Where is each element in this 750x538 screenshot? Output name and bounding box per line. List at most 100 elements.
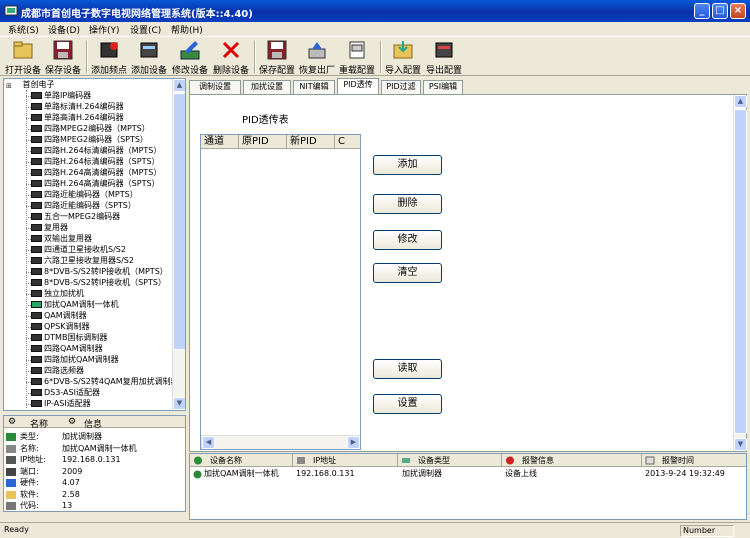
tree-scrollbar[interactable]: ▲ ▼ [172, 79, 185, 410]
tree-item[interactable]: 独立加扰机 [31, 288, 84, 299]
tree-item[interactable]: 加扰QAM调制一体机 [31, 299, 119, 310]
modify-button[interactable]: 修改 [373, 230, 442, 250]
tree-item[interactable]: 复用器 [31, 222, 68, 233]
scroll-right-button[interactable]: ▶ [347, 436, 360, 449]
open-device-icon [13, 41, 33, 59]
close-button[interactable]: × [730, 3, 746, 19]
scroll-up-button[interactable]: ▲ [734, 95, 747, 108]
scroll-up-button[interactable]: ▲ [173, 79, 185, 92]
toolbar-export-config-button[interactable]: 导出配置 [424, 39, 464, 76]
delete-button[interactable]: 删除 [373, 194, 442, 214]
toolbar-factory-reset-button[interactable]: 恢复出厂 [298, 39, 336, 76]
scroll-thumb[interactable] [173, 93, 185, 350]
tree-item[interactable]: 四路近能编码器（SPTS） [31, 200, 136, 211]
pid-hscrollbar[interactable]: ◀ ▶ [201, 435, 360, 449]
tree-item[interactable]: 6*DVB-S/S2转4QAM复用加扰调制器 [31, 376, 179, 387]
read-button[interactable]: 读取 [373, 359, 442, 379]
tab-nit-edit[interactable]: NIT编辑 [293, 80, 335, 94]
pid-col-original[interactable]: 原PID [239, 135, 287, 149]
tree-item[interactable]: 单路标清H.264编码器 [31, 101, 124, 112]
alarm-table[interactable]: 设备名称 IP地址 设备类型 报警信息 报警时间 加扰QAM调制一体机 192.… [189, 453, 747, 520]
toolbar-edit-device-button[interactable]: 修改设备 [170, 39, 210, 76]
tree-item[interactable]: 四路H.264高清编码器（SPTS） [31, 178, 160, 189]
info-col-info[interactable]: 信息 [84, 417, 102, 430]
alarm-col-ip[interactable]: IP地址 [293, 454, 398, 467]
tree-item[interactable]: 六路卫星接收复用器S/S2 [31, 255, 134, 266]
clear-button[interactable]: 清空 [373, 263, 442, 283]
device-icon [31, 224, 42, 231]
scroll-down-button[interactable]: ▼ [173, 397, 185, 410]
set-button[interactable]: 设置 [373, 394, 442, 414]
info-key: 端口: [20, 466, 39, 476]
alarm-col-device-name[interactable]: 设备名称 [190, 454, 293, 467]
scroll-down-button[interactable]: ▼ [734, 438, 747, 451]
tree-item[interactable]: DTMB国标调制器 [31, 332, 107, 343]
tree-item[interactable]: 四路H.264高清编码器（MPTS） [31, 167, 161, 178]
import-config-icon [393, 41, 413, 59]
alarm-col-device-type[interactable]: 设备类型 [398, 454, 502, 467]
tree-item-label: 复用器 [44, 223, 68, 232]
tab-psi-edit[interactable]: PSI编辑 [423, 80, 463, 94]
toolbar-separator [86, 41, 88, 73]
tree-root[interactable]: ⊞ 首创电子 [6, 79, 55, 90]
tree-item[interactable]: IP-ASI适配器 [31, 398, 91, 409]
tree-item[interactable]: DS3-ASI适配器 [31, 387, 100, 398]
device-tree[interactable]: ⊞ 首创电子 单路IP编码器 单路标清H.264编码器 单路高清H.264编码器 四路… [3, 78, 186, 411]
tree-item[interactable]: 四路近能编码器（MPTS） [31, 189, 138, 200]
tab-scramble-settings[interactable]: 加扰设置 [243, 80, 291, 94]
tree-item[interactable]: 四通道卫星接收机S/S2 [31, 244, 126, 255]
tree-item-label: DTMB国标调制器 [44, 333, 108, 342]
device-online-icon [193, 470, 202, 479]
toolbar-open-device-button[interactable]: 打开设备 [4, 39, 42, 76]
tree-item[interactable]: 四路QAM调制器 [31, 343, 103, 354]
minimize-button[interactable]: _ [694, 3, 710, 19]
tree-item[interactable]: 四路MPEG2编码器（SPTS） [31, 134, 148, 145]
device-icon [31, 180, 42, 187]
toolbar-delete-device-button[interactable]: 删除设备 [212, 39, 250, 76]
tree-item[interactable]: 单路高清H.264编码器 [31, 112, 124, 123]
scroll-left-button[interactable]: ◀ [202, 436, 215, 449]
device-icon [31, 400, 42, 407]
pid-col-c[interactable]: C [335, 135, 360, 149]
tree-item[interactable]: QAM调制器 [31, 310, 87, 321]
tree-item[interactable]: 8*DVB-S/S2转IP接收机（MPTS） [31, 266, 168, 277]
tree-item-label: 单路IP编码器 [44, 91, 92, 100]
menu-operation[interactable]: 操作(Y) [89, 23, 120, 36]
panel-scrollbar[interactable]: ▲ ▼ [733, 95, 747, 451]
menu-device[interactable]: 设备(D) [48, 23, 80, 36]
menu-system[interactable]: 系统(S) [8, 23, 39, 36]
tree-item[interactable]: 四路H.264标清编码器（MPTS） [31, 145, 161, 156]
tab-pid-filter[interactable]: PID过滤 [381, 80, 421, 94]
device-type-icon [402, 458, 410, 463]
scroll-thumb[interactable] [734, 109, 747, 434]
menu-help[interactable]: 帮助(H) [171, 23, 203, 36]
pid-col-new[interactable]: 新PID [287, 135, 335, 149]
toolbar-save-device-button[interactable]: 保存设备 [44, 39, 82, 76]
tree-item[interactable]: 四路MPEG2编码器（MPTS） [31, 123, 150, 134]
alarm-col-alarm-time[interactable]: 报警时间 [642, 454, 746, 467]
maximize-button[interactable]: □ [712, 3, 728, 19]
tree-item[interactable]: 五合一MPEG2编码器 [31, 211, 120, 222]
tab-modulation-settings[interactable]: 调制设置 [189, 80, 241, 94]
toolbar-import-config-button[interactable]: 导入配置 [384, 39, 422, 76]
tree-item[interactable]: 四路加扰QAM调制器 [31, 354, 119, 365]
info-col-name[interactable]: 名称 [30, 417, 48, 430]
toolbar-reload-config-button[interactable]: 重载配置 [338, 39, 376, 76]
add-button[interactable]: 添加 [373, 155, 442, 175]
pid-table[interactable]: 通道 原PID 新PID C ◀ ▶ [200, 134, 361, 450]
toolbar-save-config-button[interactable]: 保存配置 [258, 39, 296, 76]
menu-settings[interactable]: 设置(C) [130, 23, 161, 36]
tree-item[interactable]: 8*DVB-S/S2转IP接收机（SPTS） [31, 277, 166, 288]
alarm-col-alarm-info[interactable]: 报警信息 [502, 454, 642, 467]
tree-item[interactable]: QPSK调制器 [31, 321, 89, 332]
reload-config-icon [349, 41, 365, 59]
pid-col-channel[interactable]: 通道 [201, 135, 239, 149]
tab-pid-passthrough[interactable]: PID透传 [337, 78, 379, 94]
toolbar-add-frequency-button[interactable]: 添加频点 [90, 39, 128, 76]
tree-item[interactable]: 双输出复用器 [31, 233, 92, 244]
tree-item[interactable]: 四路选频器 [31, 365, 84, 376]
toolbar-add-device-button[interactable]: 添加设备 [130, 39, 168, 76]
tree-item-label: 四路H.264高清编码器（SPTS） [44, 179, 160, 188]
tree-item[interactable]: 四路H.264标清编码器（SPTS） [31, 156, 160, 167]
tree-item[interactable]: 单路IP编码器 [31, 90, 91, 101]
